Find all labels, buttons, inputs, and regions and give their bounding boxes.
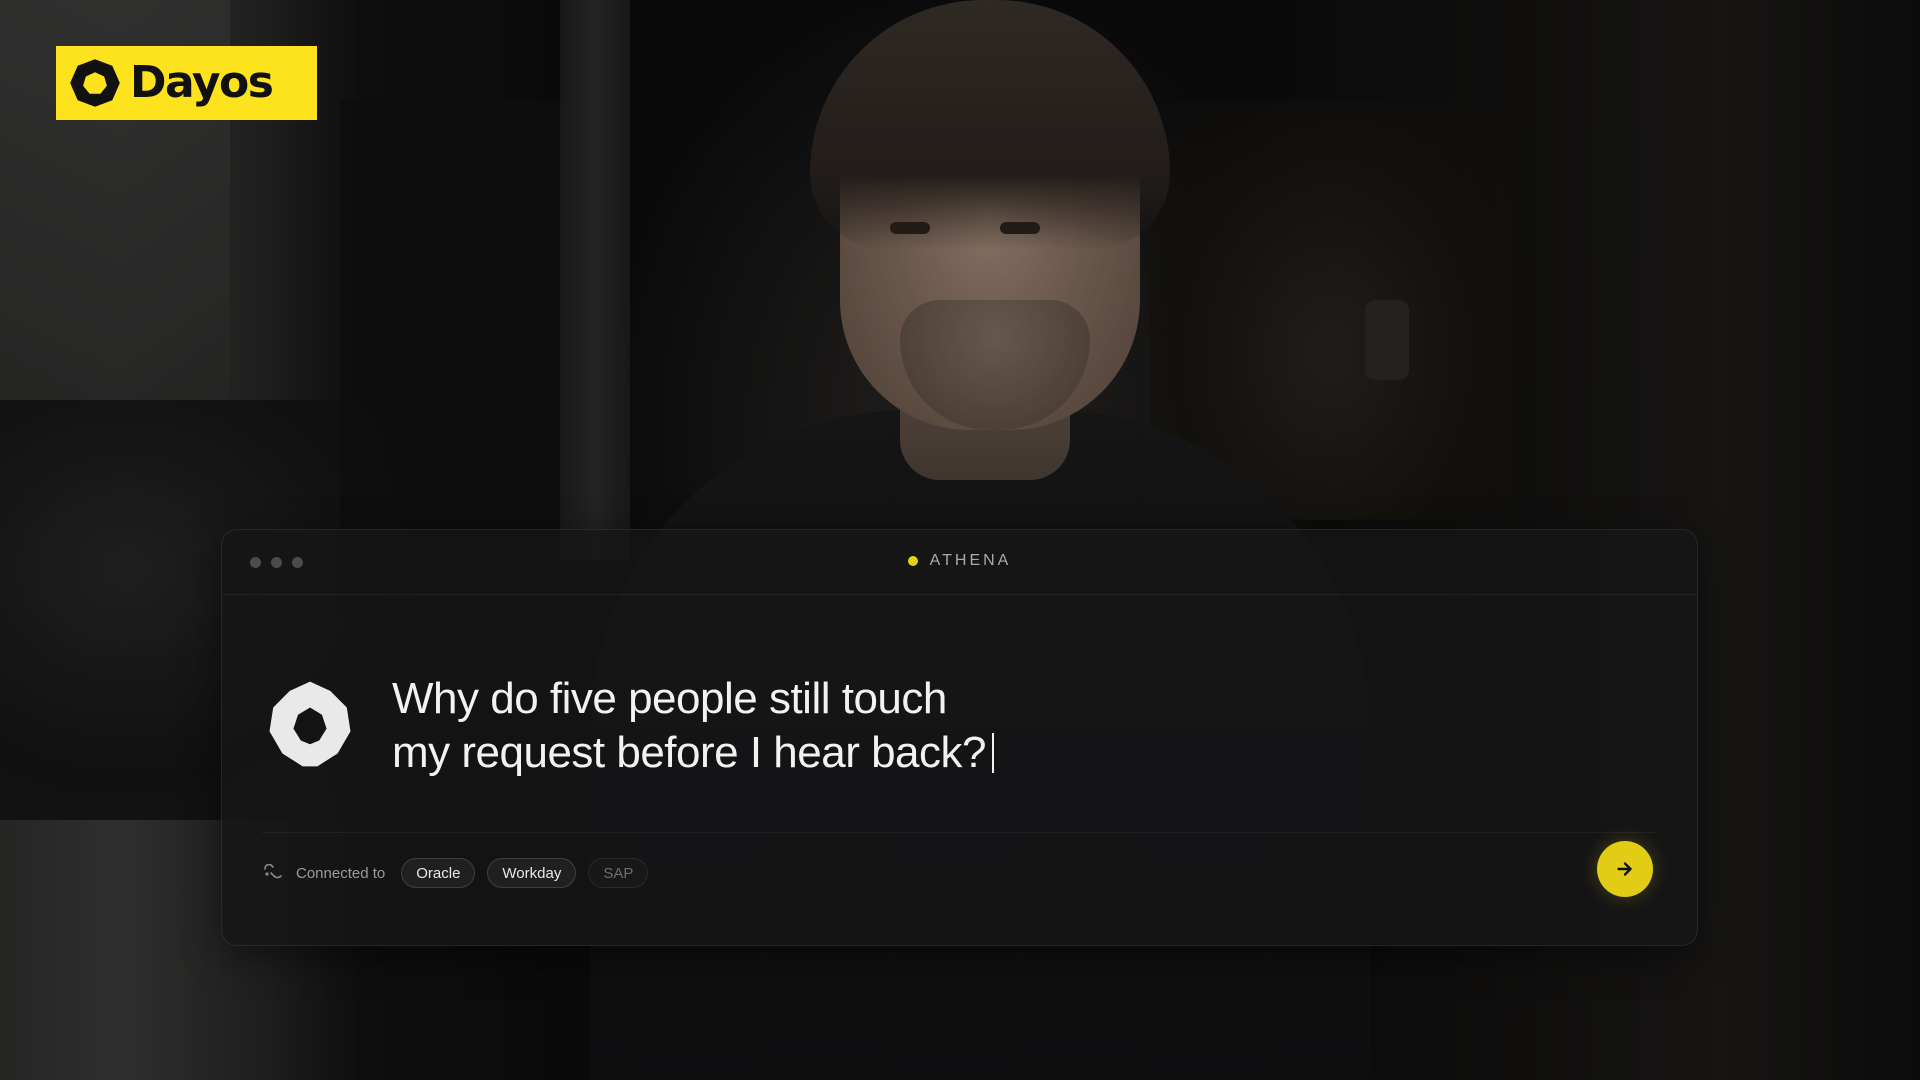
link-icon [264,863,282,879]
query-line-2-text: my request before I hear back? [392,728,987,777]
integration-chip-oracle[interactable]: Oracle [401,858,476,888]
send-button[interactable] [1597,841,1653,897]
athena-avatar-icon [269,681,351,767]
brand-name: Dayos [130,57,274,108]
arrow-right-icon [1617,862,1632,876]
brand-logo[interactable]: Dayos [56,46,317,120]
panel-header: ATHENA [222,530,1697,595]
integration-chip-workday[interactable]: Workday [487,858,577,888]
query-line-2: my request before I hear back? [392,726,1292,780]
connections-row: Connected to Oracle Workday SAP [262,855,660,891]
assistant-panel: ATHENA Why do five people still touch my… [221,529,1698,946]
panel-footer: Connected to Oracle Workday SAP [262,832,1657,913]
panel-body: Why do five people still touch my reques… [222,594,1697,834]
agent-indicator: ATHENA [222,552,1697,570]
status-dot-icon [907,556,918,566]
text-cursor [992,733,994,773]
integration-chip-sap[interactable]: SAP [588,858,649,888]
connected-label: Connected to [296,864,386,882]
dayos-mark-icon [70,59,120,107]
query-text[interactable]: Why do five people still touch my reques… [392,672,1292,780]
query-line-1: Why do five people still touch [392,674,947,723]
hero-stage: Dayos ATHENA Why do five people still to… [0,0,1920,1080]
agent-name: ATHENA [929,552,1012,569]
